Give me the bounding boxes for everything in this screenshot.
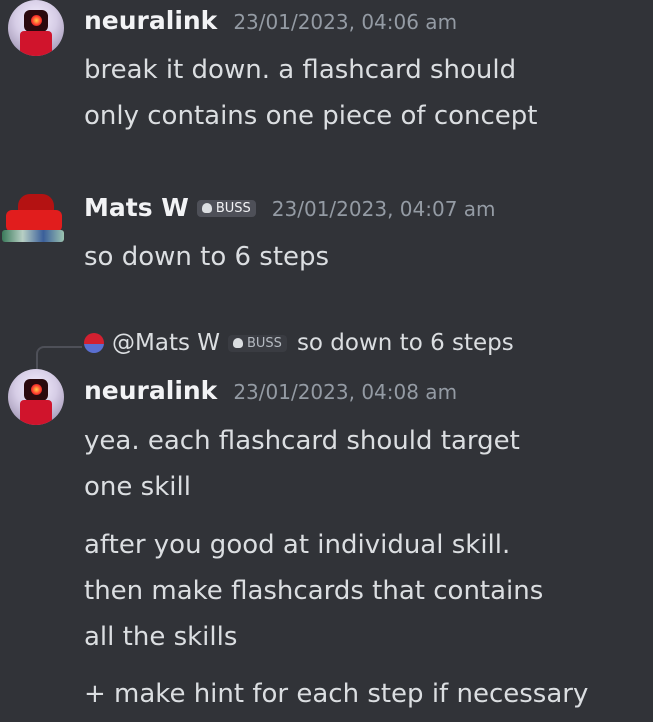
message-line: only contains one piece of concept [84,101,538,131]
timestamp: 23/01/2023, 04:07 am [271,197,496,221]
reply-mention[interactable]: @Mats W [112,330,220,356]
message-line: break it down. a flashcard should [84,55,517,85]
role-tag: BUSS [228,334,287,352]
skull-icon [201,203,212,213]
reply-connector [36,346,82,370]
reply-avatar-icon [84,333,104,353]
message-header: neuralink 23/01/2023, 04:06 am [84,6,457,35]
author-name[interactable]: neuralink [84,6,217,35]
message-line: yea. each flashcard should target [84,426,520,456]
role-tag-label: BUSS [215,200,251,216]
timestamp: 23/01/2023, 04:06 am [233,10,458,34]
author-name[interactable]: neuralink [84,376,217,405]
message-line: + make hint for each step if necessary [84,679,589,709]
reply-preview[interactable]: @Mats W BUSS so down to 6 steps [84,330,514,356]
role-tag: BUSS [196,199,256,217]
message-line: after you good at individual skill. [84,530,511,560]
message-line: then make flashcards that contains [84,576,544,606]
message-line: one skill [84,472,191,502]
mats-w-avatar[interactable] [0,184,68,252]
message-header: neuralink 23/01/2023, 04:08 am [84,376,457,405]
message-line: all the skills [84,622,238,652]
chat-log: neuralink 23/01/2023, 04:06 am break it … [0,0,653,722]
role-tag-label: BUSS [247,335,282,351]
message-line: so down to 6 steps [84,242,330,272]
timestamp: 23/01/2023, 04:08 am [233,380,458,404]
neuralink-avatar[interactable] [8,369,64,425]
author-name[interactable]: Mats W [84,193,189,222]
reply-text: so down to 6 steps [296,330,514,356]
neuralink-avatar[interactable] [8,0,64,56]
message-header: Mats W BUSS 23/01/2023, 04:07 am [84,193,496,222]
skull-icon [233,338,243,348]
